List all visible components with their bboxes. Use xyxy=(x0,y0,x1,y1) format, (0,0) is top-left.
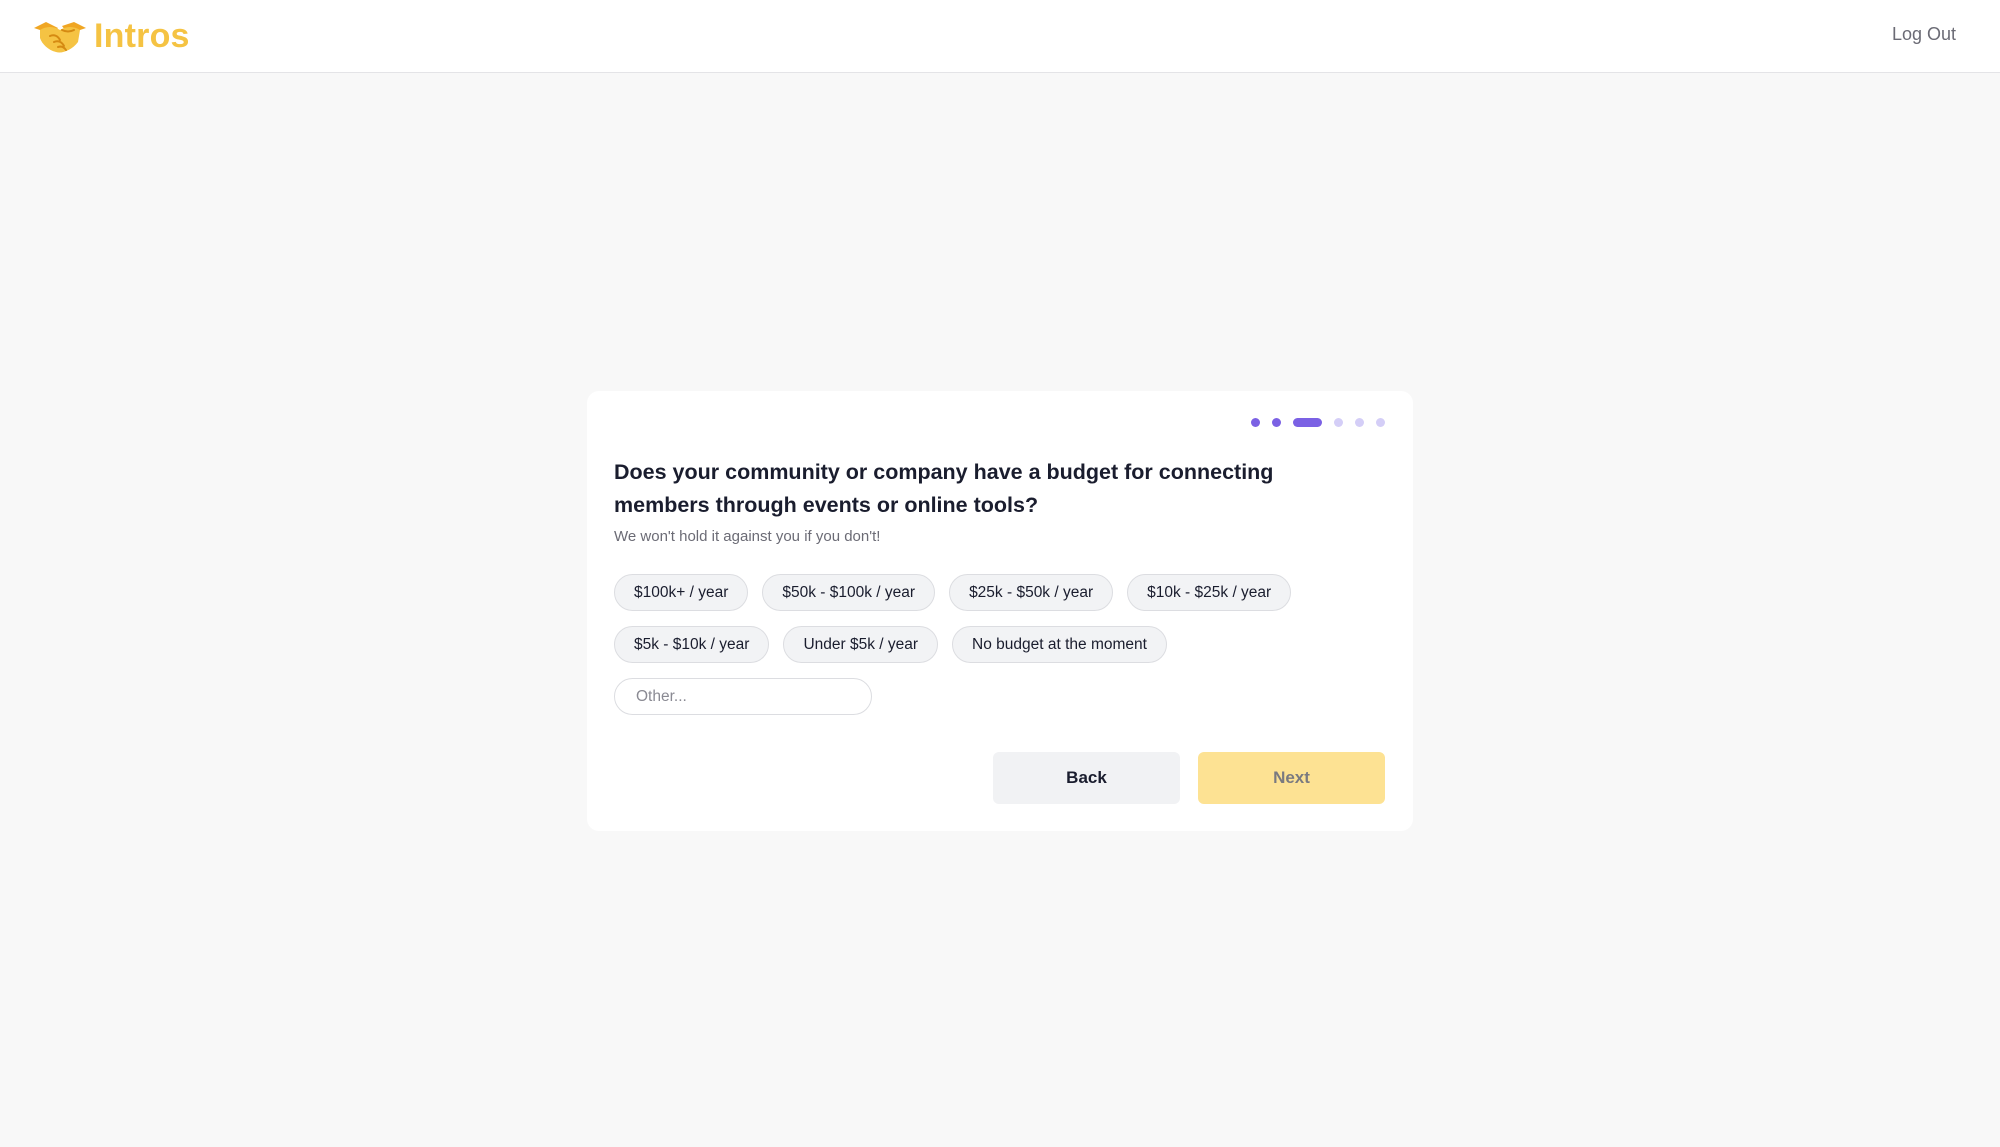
next-button[interactable]: Next xyxy=(1198,752,1385,804)
options-row: $5k - $10k / year Under $5k / year No bu… xyxy=(614,626,1394,663)
option-chip-10k-25k[interactable]: $10k - $25k / year xyxy=(1127,574,1292,611)
options-row: $100k+ / year $50k - $100k / year $25k -… xyxy=(614,574,1394,611)
handshake-icon xyxy=(34,22,86,53)
option-chip-5k-10k[interactable]: $5k - $10k / year xyxy=(614,626,770,663)
onboarding-card: Does your community or company have a bu… xyxy=(587,391,1413,831)
log-out-link[interactable]: Log Out xyxy=(1892,24,1956,45)
option-chip-25k-50k[interactable]: $25k - $50k / year xyxy=(949,574,1114,611)
step-indicator-5 xyxy=(1355,418,1364,427)
other-input[interactable] xyxy=(614,678,872,715)
question-subtitle: We won't hold it against you if you don'… xyxy=(614,528,881,545)
option-chip-50k-100k[interactable]: $50k - $100k / year xyxy=(762,574,936,611)
step-indicator-2 xyxy=(1272,418,1281,427)
question-title: Does your community or company have a bu… xyxy=(614,460,1274,517)
option-chip-under-5k[interactable]: Under $5k / year xyxy=(783,626,939,663)
step-indicator-4 xyxy=(1334,418,1343,427)
step-indicator-1 xyxy=(1251,418,1260,427)
budget-options: $100k+ / year $50k - $100k / year $25k -… xyxy=(614,574,1394,730)
brand-logo[interactable]: Intros xyxy=(32,14,190,58)
back-button[interactable]: Back xyxy=(993,752,1180,804)
step-indicator-3-current xyxy=(1293,418,1322,427)
progress-stepper xyxy=(1251,418,1385,427)
option-chip-100k-plus[interactable]: $100k+ / year xyxy=(614,574,749,611)
top-navigation-bar: Intros Log Out xyxy=(0,0,2000,73)
step-indicator-6 xyxy=(1376,418,1385,427)
brand-name: Intros xyxy=(94,16,190,55)
other-row xyxy=(614,678,1394,715)
option-chip-no-budget[interactable]: No budget at the moment xyxy=(952,626,1167,663)
